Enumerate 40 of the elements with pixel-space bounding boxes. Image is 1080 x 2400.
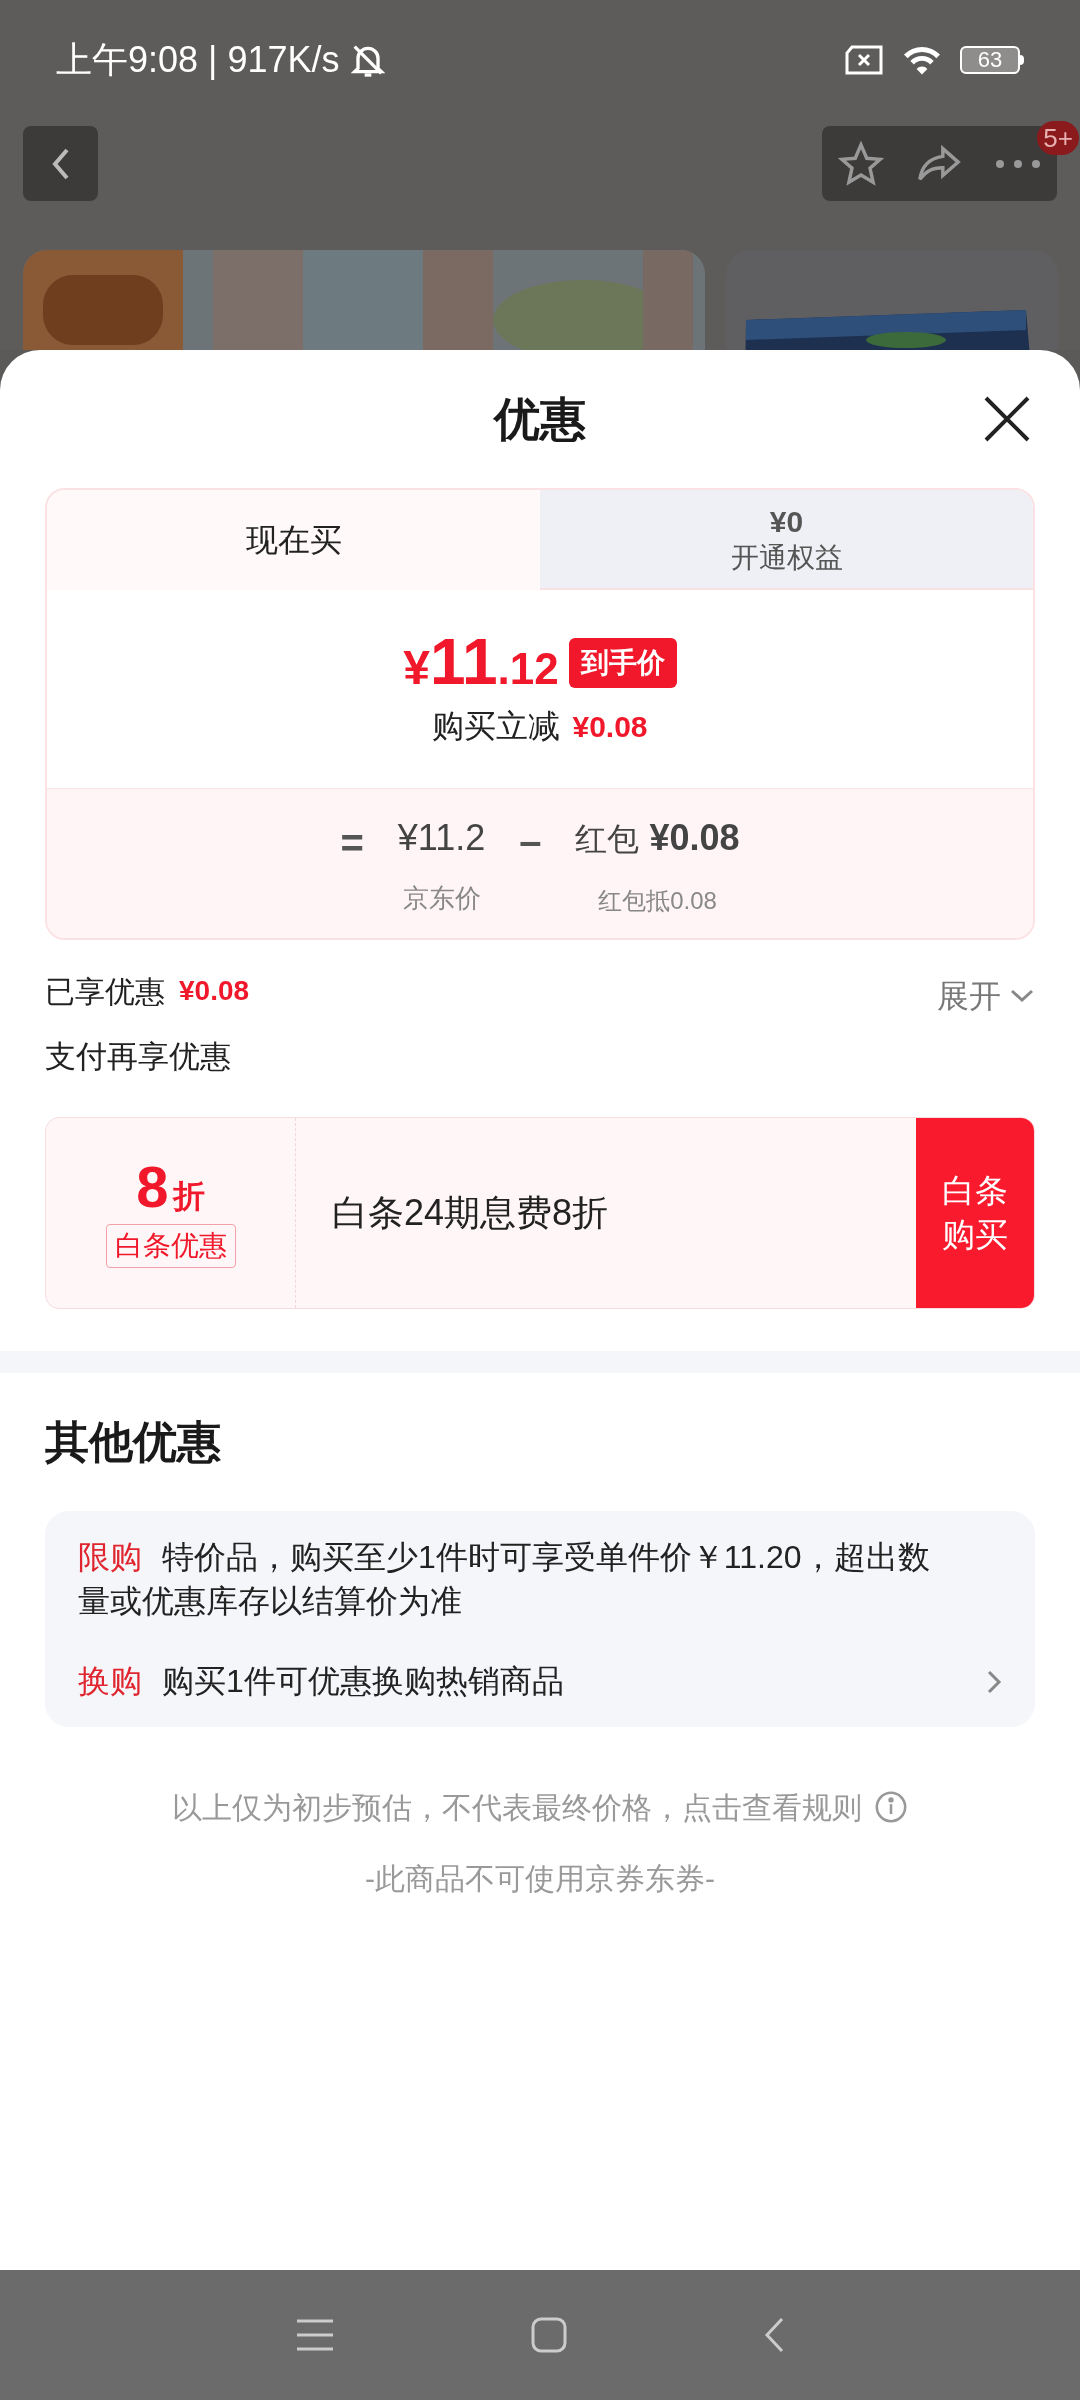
enjoyed-amount: ¥0.08 (179, 974, 250, 1008)
coupon-note: -此商品不可使用京券东券- (365, 1860, 715, 1897)
reduction-amount: ¥0.08 (572, 708, 648, 745)
hongbao-label: 红包 (575, 820, 640, 859)
jd-price-label: 京东价 (402, 882, 481, 915)
back-icon[interactable] (763, 2316, 785, 2354)
minus-sign: – (519, 818, 542, 865)
offer-text: 限购 特价品，购买至少1件时可享受单件价￥11.20，超出数量或优惠库存以结算价为准 (78, 1537, 931, 1621)
equals-sign: = (340, 820, 364, 867)
close-button[interactable] (982, 394, 1032, 444)
price-tab[interactable]: 现在买 (47, 490, 540, 590)
enjoyed-label: 已享优惠 (45, 973, 165, 1010)
info-icon[interactable] (874, 1790, 908, 1824)
home-icon[interactable] (530, 2316, 568, 2354)
star-icon[interactable] (837, 140, 884, 187)
reduction-label: 购买立减 (432, 707, 561, 746)
installment-description: 白条24期息费8折 (331, 1190, 610, 1235)
section-title: 其他优惠 (45, 1415, 222, 1468)
back-button[interactable] (23, 126, 98, 201)
offer-text: 换购 购买1件可优惠换购热销商品 (78, 1661, 565, 1701)
jd-price: ¥11.2 (397, 816, 486, 860)
more-icon[interactable] (993, 157, 1042, 170)
installment-buy-button[interactable]: 白条购买 (916, 1117, 1034, 1308)
expand-toggle[interactable]: 展开 (937, 972, 1035, 1020)
discount-value: 8折 (136, 1157, 205, 1220)
chevron-down-icon (1009, 988, 1035, 1004)
hongbao-caption: 红包抵0.08 (598, 886, 717, 916)
section-title: 支付再享优惠 (45, 1038, 232, 1076)
final-price: ¥11.12 (403, 630, 559, 694)
sheet-title: 优惠 (494, 391, 586, 447)
menu-icon[interactable] (295, 2317, 335, 2353)
chevron-right-icon[interactable] (986, 1668, 1002, 1695)
status-time: 上午9:08 | 917K/s (56, 38, 340, 82)
installment-tag: 白条优惠 (105, 1223, 236, 1268)
sim-error-icon (844, 44, 884, 76)
notification-badge: 5+ (1037, 121, 1079, 155)
price-tag: 到手价 (568, 638, 677, 688)
disclaimer-link[interactable]: 以上仅为初步预估，不代表最终价格，点击查看规则 (172, 1784, 862, 1830)
hongbao-value: ¥0.08 (649, 816, 740, 860)
price-tab[interactable]: ¥0 开通权益 (540, 490, 1033, 590)
